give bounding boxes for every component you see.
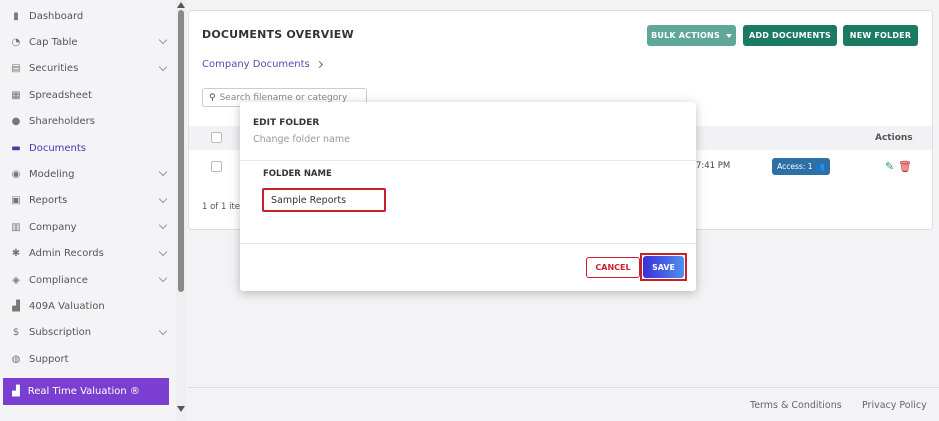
modal-divider	[240, 160, 696, 161]
edit-folder-modal: EDIT FOLDER Change folder name FOLDER NA…	[240, 102, 696, 291]
modal-footer-divider	[240, 243, 696, 244]
folder-name-label: FOLDER NAME	[263, 169, 332, 179]
folder-name-input[interactable]: Sample Reports	[262, 188, 386, 212]
modal-title: EDIT FOLDER	[253, 118, 320, 128]
cancel-button[interactable]: CANCEL	[586, 257, 640, 278]
modal-subtitle: Change folder name	[253, 134, 350, 145]
save-button[interactable]: SAVE	[643, 256, 684, 278]
